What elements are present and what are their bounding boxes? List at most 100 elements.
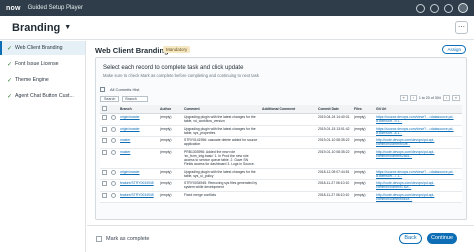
sidebar-item-agent-chat-button[interactable]: ✓ Agent Chat Button Cust... [0,89,85,103]
card-title: Select each record to complete task and … [103,65,244,71]
commit-date-cell: 2019-01-10 08:35:22 [316,148,352,169]
checkbox-cell[interactable] [100,191,109,203]
sidebar-item-theme-engine[interactable]: ✓ Theme Engine [0,73,85,87]
pagination: « ‹ 1 to 20 of 304 › » [399,95,460,101]
checkbox[interactable] [102,138,107,143]
table-header-row: Branch Author Comment Additional Comment… [100,105,462,114]
info-icon[interactable] [111,138,116,143]
back-button[interactable]: Back [399,233,422,244]
info-icon[interactable] [111,181,116,186]
column-header-author[interactable]: Author [158,105,182,114]
select-all-header[interactable] [100,105,109,114]
info-cell[interactable] [109,113,118,126]
mark-complete-checkbox[interactable]: Mark as complete [96,236,149,242]
branch-cell[interactable]: origin/master [118,168,158,180]
branch-cell[interactable]: master [118,148,158,169]
list-toolbar: All Commits Hist [100,84,462,94]
files-cell: (empty) [352,148,374,169]
column-header [109,105,118,114]
git-url-cell[interactable]: https://source.devops.com/view/?...=data… [374,125,462,137]
git-url-cell[interactable]: http://code.devops.com/devops/pd-api-com… [374,148,462,169]
info-cell[interactable] [109,125,118,137]
checkbox-cell[interactable] [100,125,109,137]
first-page-button[interactable]: « [399,95,408,101]
branch-cell[interactable]: feature/STRY0034945 [118,179,158,192]
table-row[interactable]: origin/master (empty) Upgrading plugin wit… [100,168,462,180]
help-icon[interactable] [430,3,439,13]
checkbox-cell[interactable] [100,113,109,126]
checkbox-cell[interactable] [100,168,109,180]
checkbox-cell[interactable] [100,148,109,169]
comment-cell: STRY0141956: cascade delete added for so… [182,136,260,149]
table-row[interactable]: feature/STRY0034945 (empty) Fixed merge co… [100,191,462,203]
column-header-comment[interactable]: Comment [182,105,260,114]
sidebar-item-font-issue-license[interactable]: ✓ Font Issue License [0,57,85,71]
info-cell[interactable] [109,148,118,169]
author-cell: (empty) [158,179,182,192]
checkbox[interactable] [102,181,107,186]
branch-cell[interactable]: feature/STRY0034945 [118,191,158,203]
info-icon[interactable] [111,126,116,132]
column-header-additional-comment[interactable]: Additional Comment [260,105,316,114]
list-menu-icon[interactable] [100,86,105,92]
commit-date-cell: 2019-01-10 08:35:22 [316,136,352,149]
info-icon[interactable] [111,192,116,198]
info-cell[interactable] [109,168,118,180]
checkbox[interactable] [96,236,102,242]
author-cell: (empty) [158,113,182,126]
more-options-button[interactable]: ⋯ [455,21,468,34]
table-row[interactable]: origin/master (empty) Upgrading plugin wit… [100,125,462,137]
column-header-git-url[interactable]: Git Url [374,105,462,114]
checkbox-cell[interactable] [100,179,109,192]
sidebar-item-web-client-branding[interactable]: ✓ Web Client Branding [0,41,85,55]
column-header-branch[interactable]: Branch [118,105,158,114]
git-url-cell[interactable]: http://code.devops.com/devops/pd-api-com… [374,179,462,192]
files-cell: (empty) [352,191,374,203]
info-icon[interactable] [111,149,116,155]
checkbox[interactable] [102,149,107,155]
git-url-cell[interactable]: https://source.devops.com/view/?...=data… [374,113,462,126]
info-cell[interactable] [109,179,118,192]
additional-comment-cell [260,168,316,180]
commit-date-cell: 2018-11-27 06:10:10 [316,179,352,192]
branch-cell[interactable]: master [118,136,158,149]
filter-bar: Search Branch « ‹ 1 to 20 of 304 › » [100,95,462,103]
git-url-cell[interactable]: http://code.devops.com/devops/pd-api-com… [374,191,462,203]
avatar[interactable] [458,3,468,13]
column-header-commit-date[interactable]: Commit Date [316,105,352,114]
checkbox[interactable] [102,192,107,198]
task-sidebar: ✓ Web Client Branding ✓ Font Issue Licen… [0,41,86,252]
table-row[interactable]: origin/master (empty) Upgrading plugin wit… [100,113,462,126]
checkbox[interactable] [102,115,107,120]
continue-button[interactable]: Continue [427,233,457,244]
table-row[interactable]: feature/STRY0034945 (empty) STRY0034945: R… [100,179,462,192]
files-cell: (empty) [352,113,374,126]
sidebar-item-label: Agent Chat Button Cust... [15,93,74,99]
checkbox[interactable] [102,169,107,175]
git-url-cell[interactable]: https://source.devops.com/view/?...=data… [374,168,462,180]
search-field-select[interactable]: Branch [122,96,148,102]
info-icon[interactable] [111,115,116,120]
table-row[interactable]: master (empty) PRB1303996: Added the new r… [100,148,462,169]
column-header-files[interactable]: Files [352,105,374,114]
task-card: Select each record to complete task and … [95,57,467,220]
info-icon[interactable] [111,169,116,175]
search-icon[interactable] [416,3,425,13]
chevron-down-icon[interactable]: ▼ [64,24,71,31]
last-page-button[interactable]: » [452,95,460,101]
gear-icon[interactable] [444,3,453,13]
next-page-button[interactable]: › [442,95,450,101]
checkbox-cell[interactable] [100,136,109,149]
checkbox[interactable] [102,126,107,132]
info-cell[interactable] [109,136,118,149]
branch-cell[interactable]: origin/master [118,113,158,126]
prev-page-button[interactable]: ‹ [409,95,417,101]
assign-button[interactable]: Assign [442,45,466,54]
table-row[interactable]: master (empty) STRY0141956: cascade delete… [100,136,462,149]
branch-cell[interactable]: origin/master [118,125,158,137]
git-url-cell[interactable]: http://code.devops.com/devops/pd-api-com… [374,136,462,149]
checkbox[interactable] [102,106,107,111]
main-panel: Web Client Branding Mandatory Assign Sel… [87,41,474,252]
files-cell: (empty) [352,125,374,137]
info-cell[interactable] [109,191,118,203]
